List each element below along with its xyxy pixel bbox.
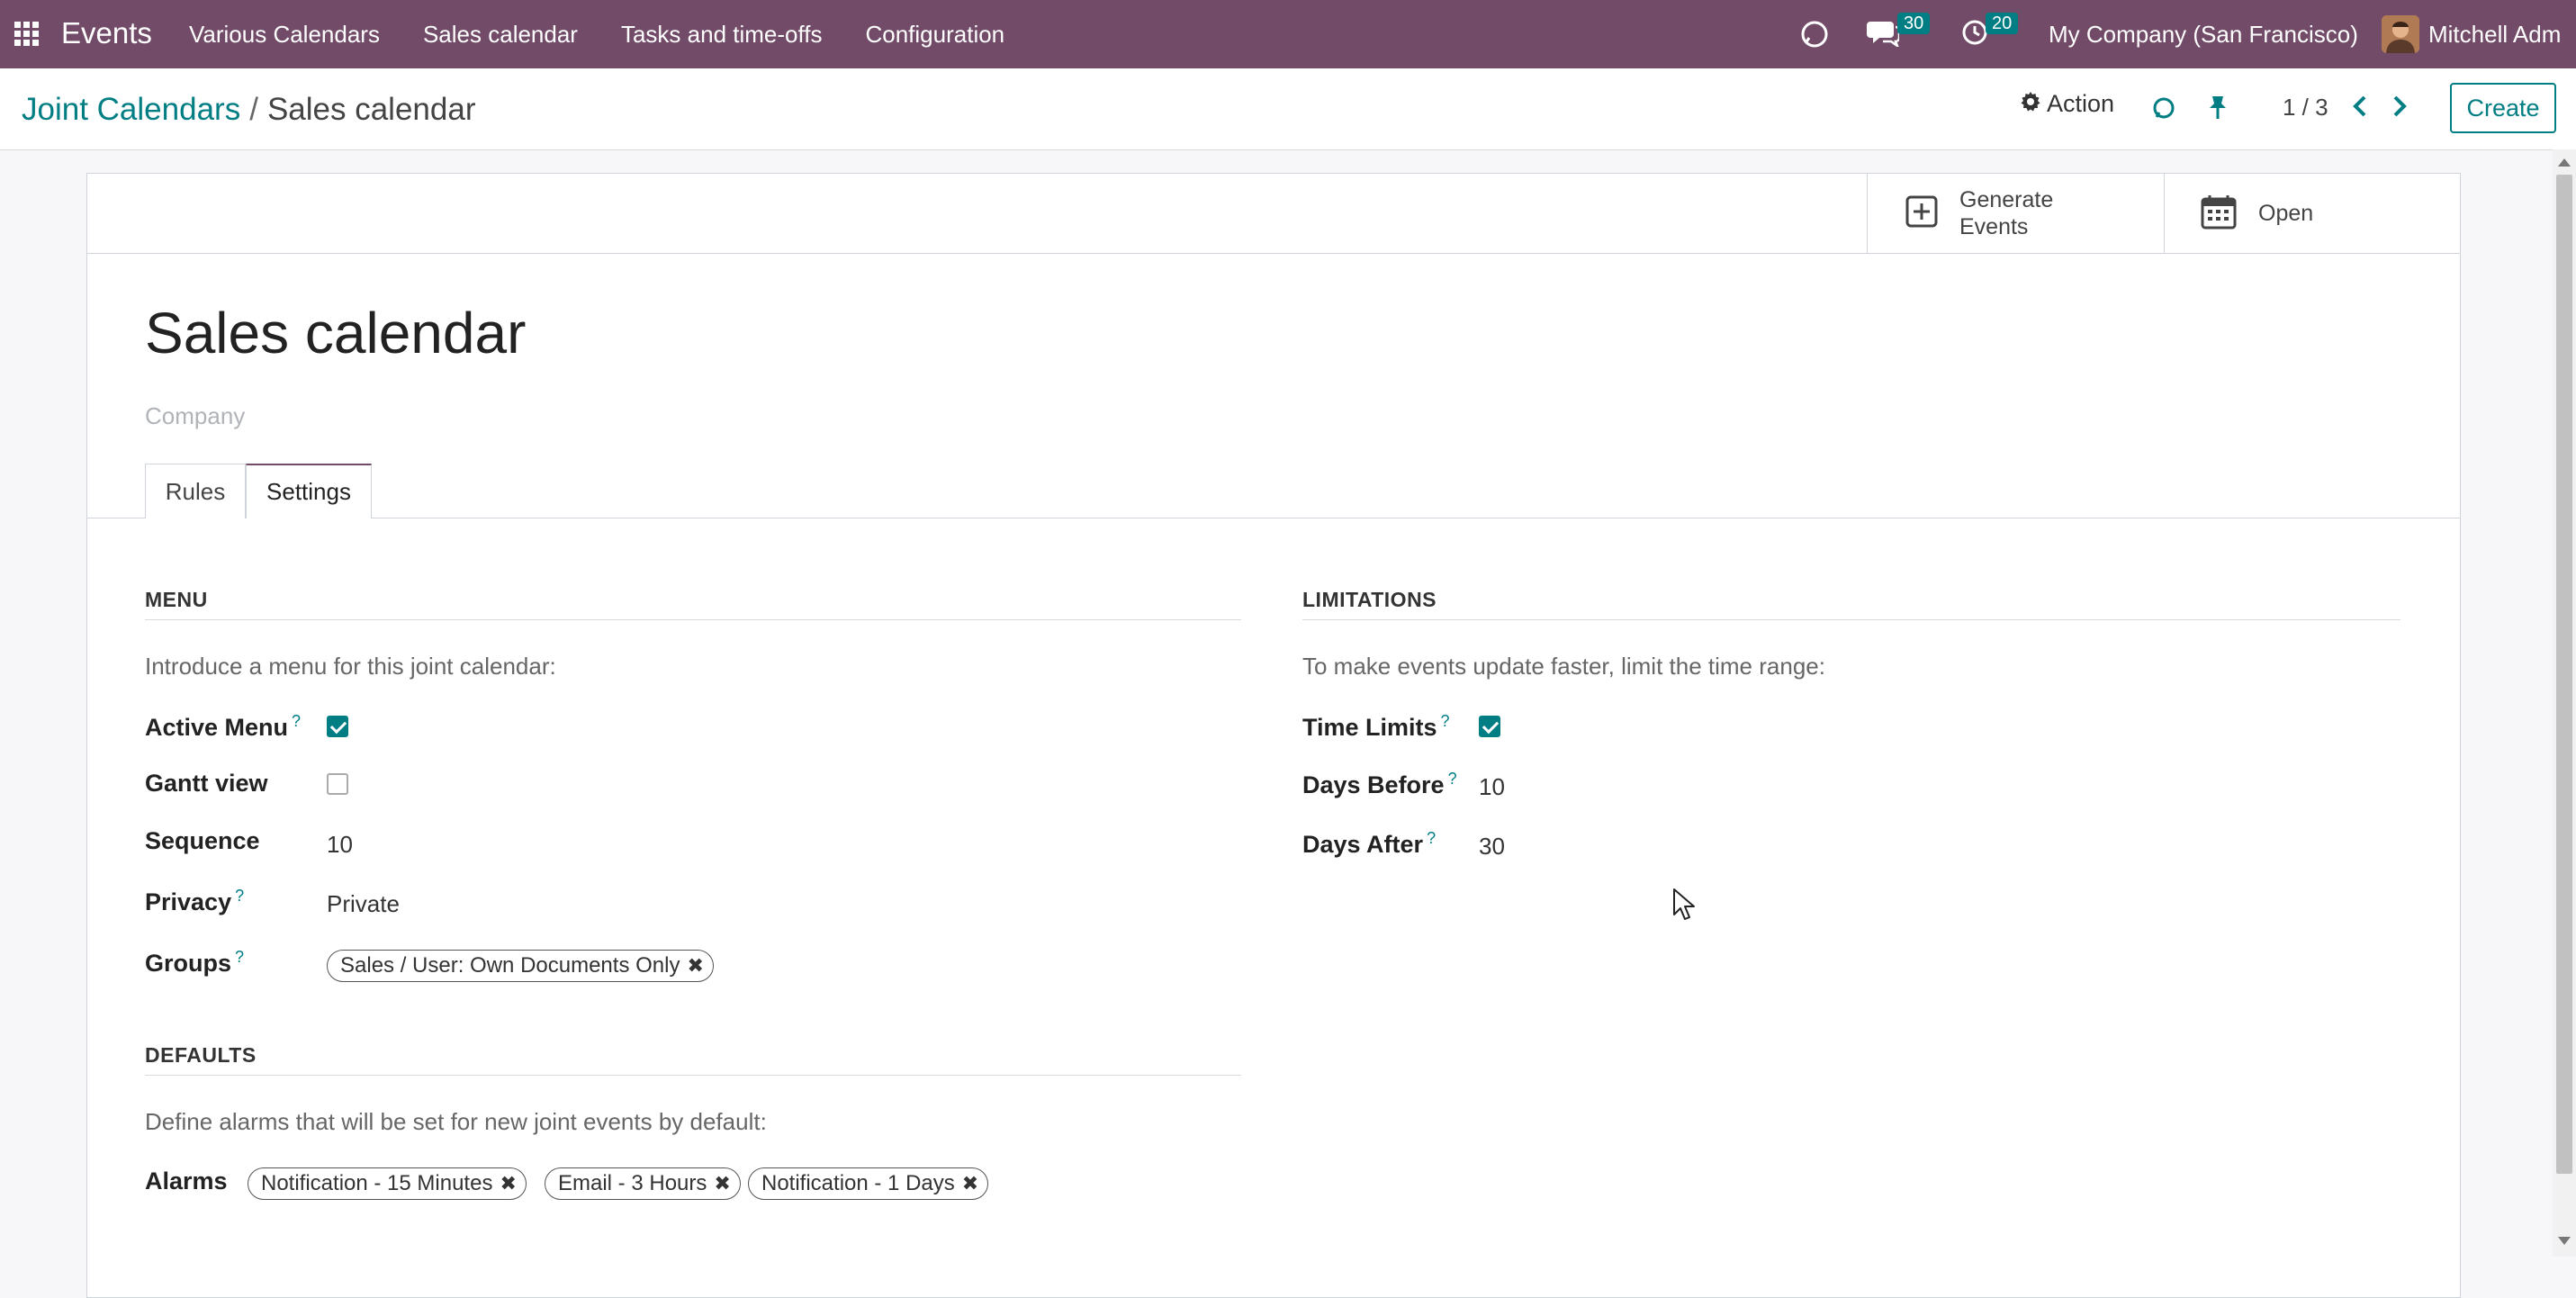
menu-various-calendars[interactable]: Various Calendars (189, 21, 380, 49)
tag-label: Notification - 15 Minutes (261, 1171, 493, 1195)
days-after-field[interactable]: 30 (1479, 833, 1505, 861)
breadcrumb: Joint Calendars / Sales calendar (22, 92, 475, 128)
chevron-right-icon[interactable] (2391, 94, 2409, 119)
discuss-icon[interactable] (1798, 0, 1831, 68)
menu-section-title: MENU (145, 588, 1241, 620)
mouse-cursor-icon (1672, 888, 1698, 928)
generate-events-label: Generate Events (1959, 187, 2054, 239)
menu-tasks-timeoffs[interactable]: Tasks and time-offs (621, 21, 823, 49)
days-after-label: Days After? (1302, 829, 1437, 858)
sequence-label: Sequence (145, 827, 260, 854)
tab-settings[interactable]: Settings (246, 464, 372, 518)
tab-rules[interactable]: Rules (145, 464, 246, 518)
defaults-helper-text: Define alarms that will be set for new j… (145, 1108, 767, 1135)
tag-label: Notification - 1 Days (761, 1171, 955, 1195)
time-limits-label: Time Limits? (1302, 712, 1450, 741)
messages-button[interactable] (1867, 0, 1901, 68)
gantt-view-checkbox[interactable] (327, 773, 348, 795)
tag-label: Email - 3 Hours (558, 1171, 707, 1195)
menu-helper-text: Introduce a menu for this joint calendar… (145, 653, 556, 680)
menu-configuration[interactable]: Configuration (865, 21, 1004, 49)
sequence-field[interactable]: 10 (327, 831, 353, 859)
chevron-left-icon[interactable] (2351, 94, 2369, 119)
user-name: Mitchell Adm (2428, 20, 2562, 48)
open-button[interactable]: Open (2164, 174, 2461, 253)
gear-icon (2020, 91, 2041, 117)
company-name: My Company (San Francisco) (2049, 20, 2358, 48)
avatar (2382, 15, 2419, 53)
chat-icon (1867, 18, 1901, 51)
days-before-field[interactable]: 10 (1479, 773, 1505, 801)
top-navbar: Events Various Calendars Sales calendar … (0, 0, 2576, 68)
remove-tag-icon[interactable]: ✖ (714, 1172, 730, 1195)
calendar-icon (2201, 194, 2237, 234)
create-button[interactable]: Create (2450, 83, 2556, 133)
button-box: Generate Events Open (87, 174, 2460, 254)
remove-tag-icon[interactable]: ✖ (500, 1172, 516, 1195)
alarm-tag[interactable]: Notification - 1 Days ✖ (748, 1167, 989, 1200)
days-before-label: Days Before? (1302, 770, 1457, 798)
pager[interactable]: 1 / 3 (2283, 94, 2328, 122)
groups-label: Groups? (145, 948, 245, 977)
menu-sales-calendar[interactable]: Sales calendar (423, 21, 578, 49)
pager-value: 1 / 3 (2283, 94, 2328, 121)
apps-grid-icon[interactable] (13, 20, 41, 49)
tag-label: Sales / User: Own Documents Only (340, 953, 680, 978)
defaults-section-title: DEFAULTS (145, 1043, 1241, 1076)
groups-tag[interactable]: Sales / User: Own Documents Only ✖ (327, 950, 714, 982)
page-scrollbar[interactable] (2553, 149, 2576, 1257)
active-menu-label: Active Menu? (145, 712, 302, 741)
company-field[interactable]: Company (145, 402, 245, 430)
plus-square-icon (1905, 195, 1938, 232)
privacy-field[interactable]: Private (327, 890, 400, 918)
scroll-down-arrow-icon[interactable] (2558, 1237, 2571, 1245)
limitations-helper-text: To make events update faster, limit the … (1302, 653, 1825, 680)
notebook-tabs: Rules Settings (87, 464, 2460, 518)
messages-badge: 30 (1897, 13, 1931, 34)
limitations-section-title: LIMITATIONS (1302, 588, 2400, 620)
remove-tag-icon[interactable]: ✖ (687, 954, 703, 978)
remove-tag-icon[interactable]: ✖ (962, 1172, 978, 1195)
pin-icon[interactable] (2207, 95, 2229, 120)
refresh-icon[interactable] (2151, 95, 2176, 121)
activities-badge: 20 (1986, 13, 2019, 34)
privacy-label: Privacy? (145, 887, 245, 915)
company-switcher[interactable]: My Company (San Francisco) (2049, 0, 2358, 68)
main-menu: Various Calendars Sales calendar Tasks a… (189, 0, 1048, 68)
time-limits-checkbox[interactable] (1479, 716, 1500, 737)
control-panel: Joint Calendars / Sales calendar Action 1 … (0, 68, 2576, 150)
gantt-view-label: Gantt view (145, 770, 268, 797)
activities-button[interactable] (1960, 0, 1989, 68)
action-button[interactable]: Action (2020, 90, 2114, 118)
record-title[interactable]: Sales calendar (145, 300, 526, 366)
action-label: Action (2047, 90, 2115, 117)
app-brand[interactable]: Events (61, 16, 152, 50)
alarms-label: Alarms (145, 1167, 228, 1194)
alarm-tag[interactable]: Notification - 15 Minutes ✖ (248, 1167, 527, 1200)
form-sheet: Generate Events Open Sales calendar Comp… (86, 173, 2461, 1298)
generate-events-button[interactable]: Generate Events (1867, 174, 2164, 253)
scrollbar-thumb[interactable] (2556, 175, 2572, 1174)
breadcrumb-current: Sales calendar (266, 92, 476, 127)
user-menu[interactable]: Mitchell Adm (2382, 0, 2561, 68)
scroll-up-arrow-icon[interactable] (2558, 158, 2571, 167)
breadcrumb-parent[interactable]: Joint Calendars (22, 92, 240, 127)
active-menu-checkbox[interactable] (327, 716, 348, 737)
open-label: Open (2258, 201, 2314, 226)
alarm-tag[interactable]: Email - 3 Hours ✖ (545, 1167, 741, 1200)
breadcrumb-separator: / (249, 92, 258, 127)
